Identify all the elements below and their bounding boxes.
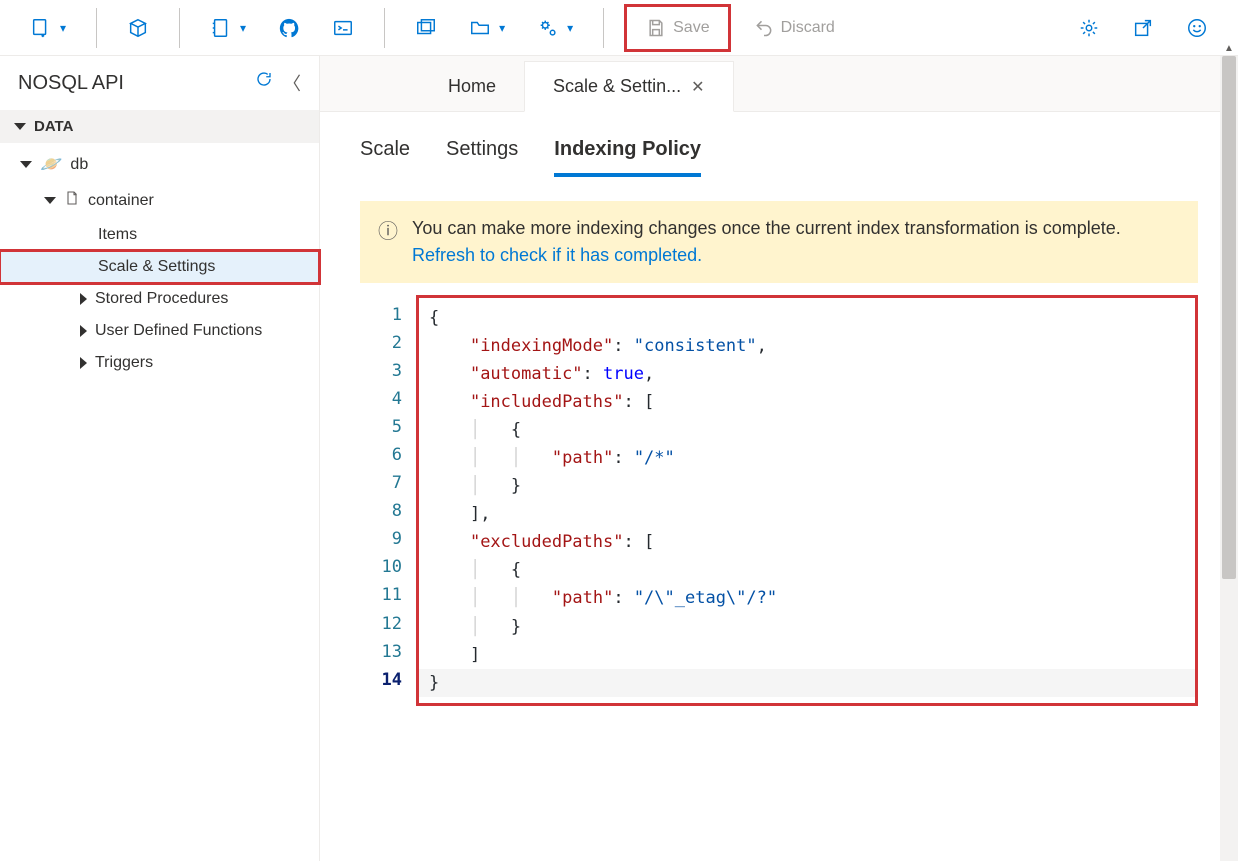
database-icon: 🪐 <box>40 154 62 175</box>
vertical-scrollbar[interactable]: ▲ <box>1220 56 1238 861</box>
content-area: Home Scale & Settin... ✕ Scale Settings … <box>320 56 1238 861</box>
banner-message: You can make more indexing changes once … <box>412 218 1121 238</box>
discard-button[interactable]: Discard <box>743 11 845 45</box>
save-button[interactable]: Save <box>624 4 730 52</box>
undo-icon <box>753 17 775 39</box>
tab-label: Home <box>448 76 496 97</box>
settings-button[interactable] <box>1068 11 1110 45</box>
gears-icon <box>537 17 559 39</box>
subtab-scale[interactable]: Scale <box>360 138 410 177</box>
tree-triggers[interactable]: Triggers <box>0 347 319 379</box>
sidebar: NOSQL API 〈 DATA 🪐 db container Items <box>0 56 320 861</box>
subtabs: Scale Settings Indexing Policy <box>320 112 1238 177</box>
smile-icon <box>1186 17 1208 39</box>
tree-item-label: Scale & Settings <box>98 258 215 276</box>
container-icon <box>64 189 80 212</box>
caret-down-icon <box>14 123 26 130</box>
toolbar-divider <box>179 8 180 48</box>
chevron-down-icon: ▾ <box>567 21 573 35</box>
new-item-button[interactable]: ▾ <box>20 11 76 45</box>
tab-scale-settings[interactable]: Scale & Settin... ✕ <box>524 61 733 112</box>
tree-udf[interactable]: User Defined Functions <box>0 315 319 347</box>
subtab-indexing-policy[interactable]: Indexing Policy <box>554 138 701 177</box>
tree-container[interactable]: container <box>0 182 319 219</box>
tree-item-label: User Defined Functions <box>95 322 262 340</box>
caret-down-icon <box>20 161 32 168</box>
tab-label: Scale & Settin... <box>553 76 681 97</box>
toolbar-divider <box>96 8 97 48</box>
tree: 🪐 db container Items Scale & Settings St… <box>0 143 319 383</box>
save-icon <box>645 17 667 39</box>
banner-text: You can make more indexing changes once … <box>412 215 1180 269</box>
terminal-icon <box>332 17 354 39</box>
window-button[interactable] <box>405 11 447 45</box>
refresh-link[interactable]: Refresh to check if it has completed. <box>412 245 702 265</box>
info-icon: ⓘ <box>378 217 398 247</box>
sidebar-section-data[interactable]: DATA <box>0 110 319 143</box>
tree-db[interactable]: 🪐 db <box>0 147 319 182</box>
chevron-down-icon: ▾ <box>499 21 505 35</box>
github-icon <box>278 17 300 39</box>
save-label: Save <box>673 19 709 37</box>
tree-item-label: Triggers <box>95 354 153 372</box>
open-external-button[interactable] <box>1122 11 1164 45</box>
terminal-button[interactable] <box>322 11 364 45</box>
tree-item-label: Items <box>98 226 137 244</box>
toolbar-divider <box>384 8 385 48</box>
tree-stored-procedures[interactable]: Stored Procedures <box>0 283 319 315</box>
package-icon <box>127 17 149 39</box>
chevron-down-icon: ▾ <box>240 21 246 35</box>
toolbar: ▾ ▾ ▾ ▾ Save Discard <box>0 0 1238 56</box>
refresh-icon[interactable] <box>255 70 273 96</box>
folder-icon <box>469 17 491 39</box>
tree-items[interactable]: Items <box>0 219 319 251</box>
close-icon[interactable]: ✕ <box>691 77 704 97</box>
external-icon <box>1132 17 1154 39</box>
line-gutter: 1234567891011121314 <box>360 295 416 706</box>
scroll-up-icon[interactable]: ▲ <box>1220 40 1238 56</box>
info-banner: ⓘ You can make more indexing changes onc… <box>360 201 1198 283</box>
api-title: NOSQL API <box>18 72 124 95</box>
tree-scale-settings[interactable]: Scale & Settings <box>0 251 319 283</box>
settings-dropdown-button[interactable]: ▾ <box>527 11 583 45</box>
windows-icon <box>415 17 437 39</box>
section-label: DATA <box>34 118 73 135</box>
toolbar-divider <box>603 8 604 48</box>
tab-home[interactable]: Home <box>420 62 524 111</box>
db-icon-button[interactable] <box>117 11 159 45</box>
notebook-icon <box>210 17 232 39</box>
caret-right-icon <box>80 357 87 369</box>
document-tabs: Home Scale & Settin... ✕ <box>320 56 1238 112</box>
code-editor[interactable]: { "indexingMode": "consistent", "automat… <box>419 298 1195 703</box>
scroll-thumb[interactable] <box>1222 56 1236 579</box>
tree-item-label: Stored Procedures <box>95 290 228 308</box>
notebook-button[interactable]: ▾ <box>200 11 256 45</box>
chevron-down-icon: ▾ <box>60 21 66 35</box>
db-label: db <box>70 156 88 174</box>
discard-label: Discard <box>781 19 835 37</box>
folder-button[interactable]: ▾ <box>459 11 515 45</box>
github-button[interactable] <box>268 11 310 45</box>
caret-right-icon <box>80 325 87 337</box>
subtab-settings[interactable]: Settings <box>446 138 518 177</box>
sidebar-header: NOSQL API 〈 <box>0 56 319 110</box>
feedback-button[interactable] <box>1176 11 1218 45</box>
collapse-icon[interactable]: 〈 <box>283 70 301 96</box>
caret-right-icon <box>80 293 87 305</box>
container-label: container <box>88 192 154 210</box>
gear-icon <box>1078 17 1100 39</box>
new-doc-icon <box>30 17 52 39</box>
caret-down-icon <box>44 197 56 204</box>
